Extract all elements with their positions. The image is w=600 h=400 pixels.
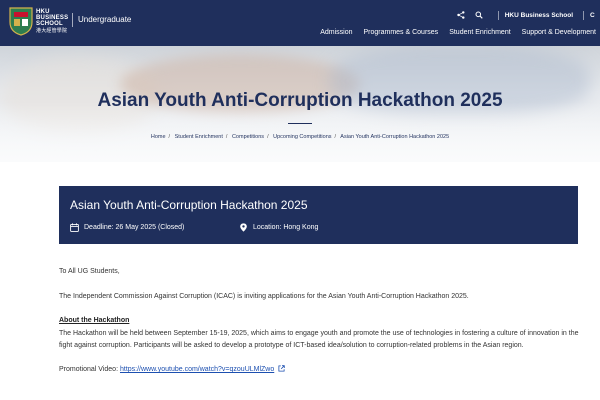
nav-student-enrichment[interactable]: Student Enrichment [449,29,510,36]
utility-divider [497,10,499,20]
header-divider [72,13,73,27]
hku-business-school-link[interactable]: HKU Business School [505,12,573,19]
search-icon[interactable] [474,10,484,20]
breadcrumb-home[interactable]: Home [151,134,166,140]
breadcrumb-upcoming-competitions[interactable]: Upcoming Competitions [273,134,331,140]
utility-divider [583,10,584,20]
nav-programmes-courses[interactable]: Programmes & Courses [363,29,438,36]
location-text: Location: Hong Kong [253,224,319,231]
breadcrumb: Home / Student Enrichment / Competitions / … [150,134,450,140]
share-icon[interactable] [456,10,466,20]
about-section: About the Hackathon The Hackathon will b… [59,315,584,353]
intro-paragraph: The Independent Commission Against Corru… [59,293,469,300]
breadcrumb-student-enrichment[interactable]: Student Enrichment [175,134,223,140]
calendar-icon [70,223,79,232]
video-label: Promotional Video: [59,366,119,373]
event-title: Asian Youth Anti-Corruption Hackathon 20… [70,198,308,212]
nav-support-development[interactable]: Support & Development [522,29,596,36]
hku-crest-logo[interactable] [8,6,34,36]
breadcrumb-current: Asian Youth Anti-Corruption Hackathon 20… [340,134,450,140]
nav-admission[interactable]: Admission [320,29,352,36]
hero-banner: Asian Youth Anti-Corruption Hackathon 20… [0,46,600,162]
event-deadline: Deadline: 26 May 2025 (Closed) [70,223,184,232]
deadline-text: Deadline: 26 May 2025 (Closed) [84,224,185,231]
top-navigation-bar: HKU BUSINESS SCHOOL 港大經管學院 Undergraduate… [0,0,600,46]
greeting-text: To All UG Students, [59,268,120,275]
breadcrumb-competitions[interactable]: Competitions [232,134,264,140]
external-link-icon[interactable] [278,365,285,372]
location-pin-icon [240,223,247,232]
site-name[interactable]: Undergraduate [78,15,131,24]
language-link[interactable]: C [590,12,600,19]
page-title: Asian Youth Anti-Corruption Hackathon 20… [97,90,503,111]
main-navigation: Admission Programmes & Courses Student E… [309,29,600,36]
brand-chinese: 港大經管學院 [36,28,68,34]
brand-wordmark[interactable]: HKU BUSINESS SCHOOL 港大經管學院 [36,9,68,34]
about-paragraph: The Hackathon will be held between Septe… [59,329,579,350]
about-heading: About the Hackathon [59,317,130,324]
video-link[interactable]: https://www.youtube.com/watch?v=qzouULMl… [120,366,274,373]
utility-bar: HKU Business School C [456,9,600,21]
brand-line-3: SCHOOL [36,21,63,27]
event-location: Location: Hong Kong [239,223,318,232]
title-underline [288,123,312,124]
promotional-video: Promotional Video: https://www.youtube.c… [59,364,584,377]
event-card: Asian Youth Anti-Corruption Hackathon 20… [59,186,578,244]
